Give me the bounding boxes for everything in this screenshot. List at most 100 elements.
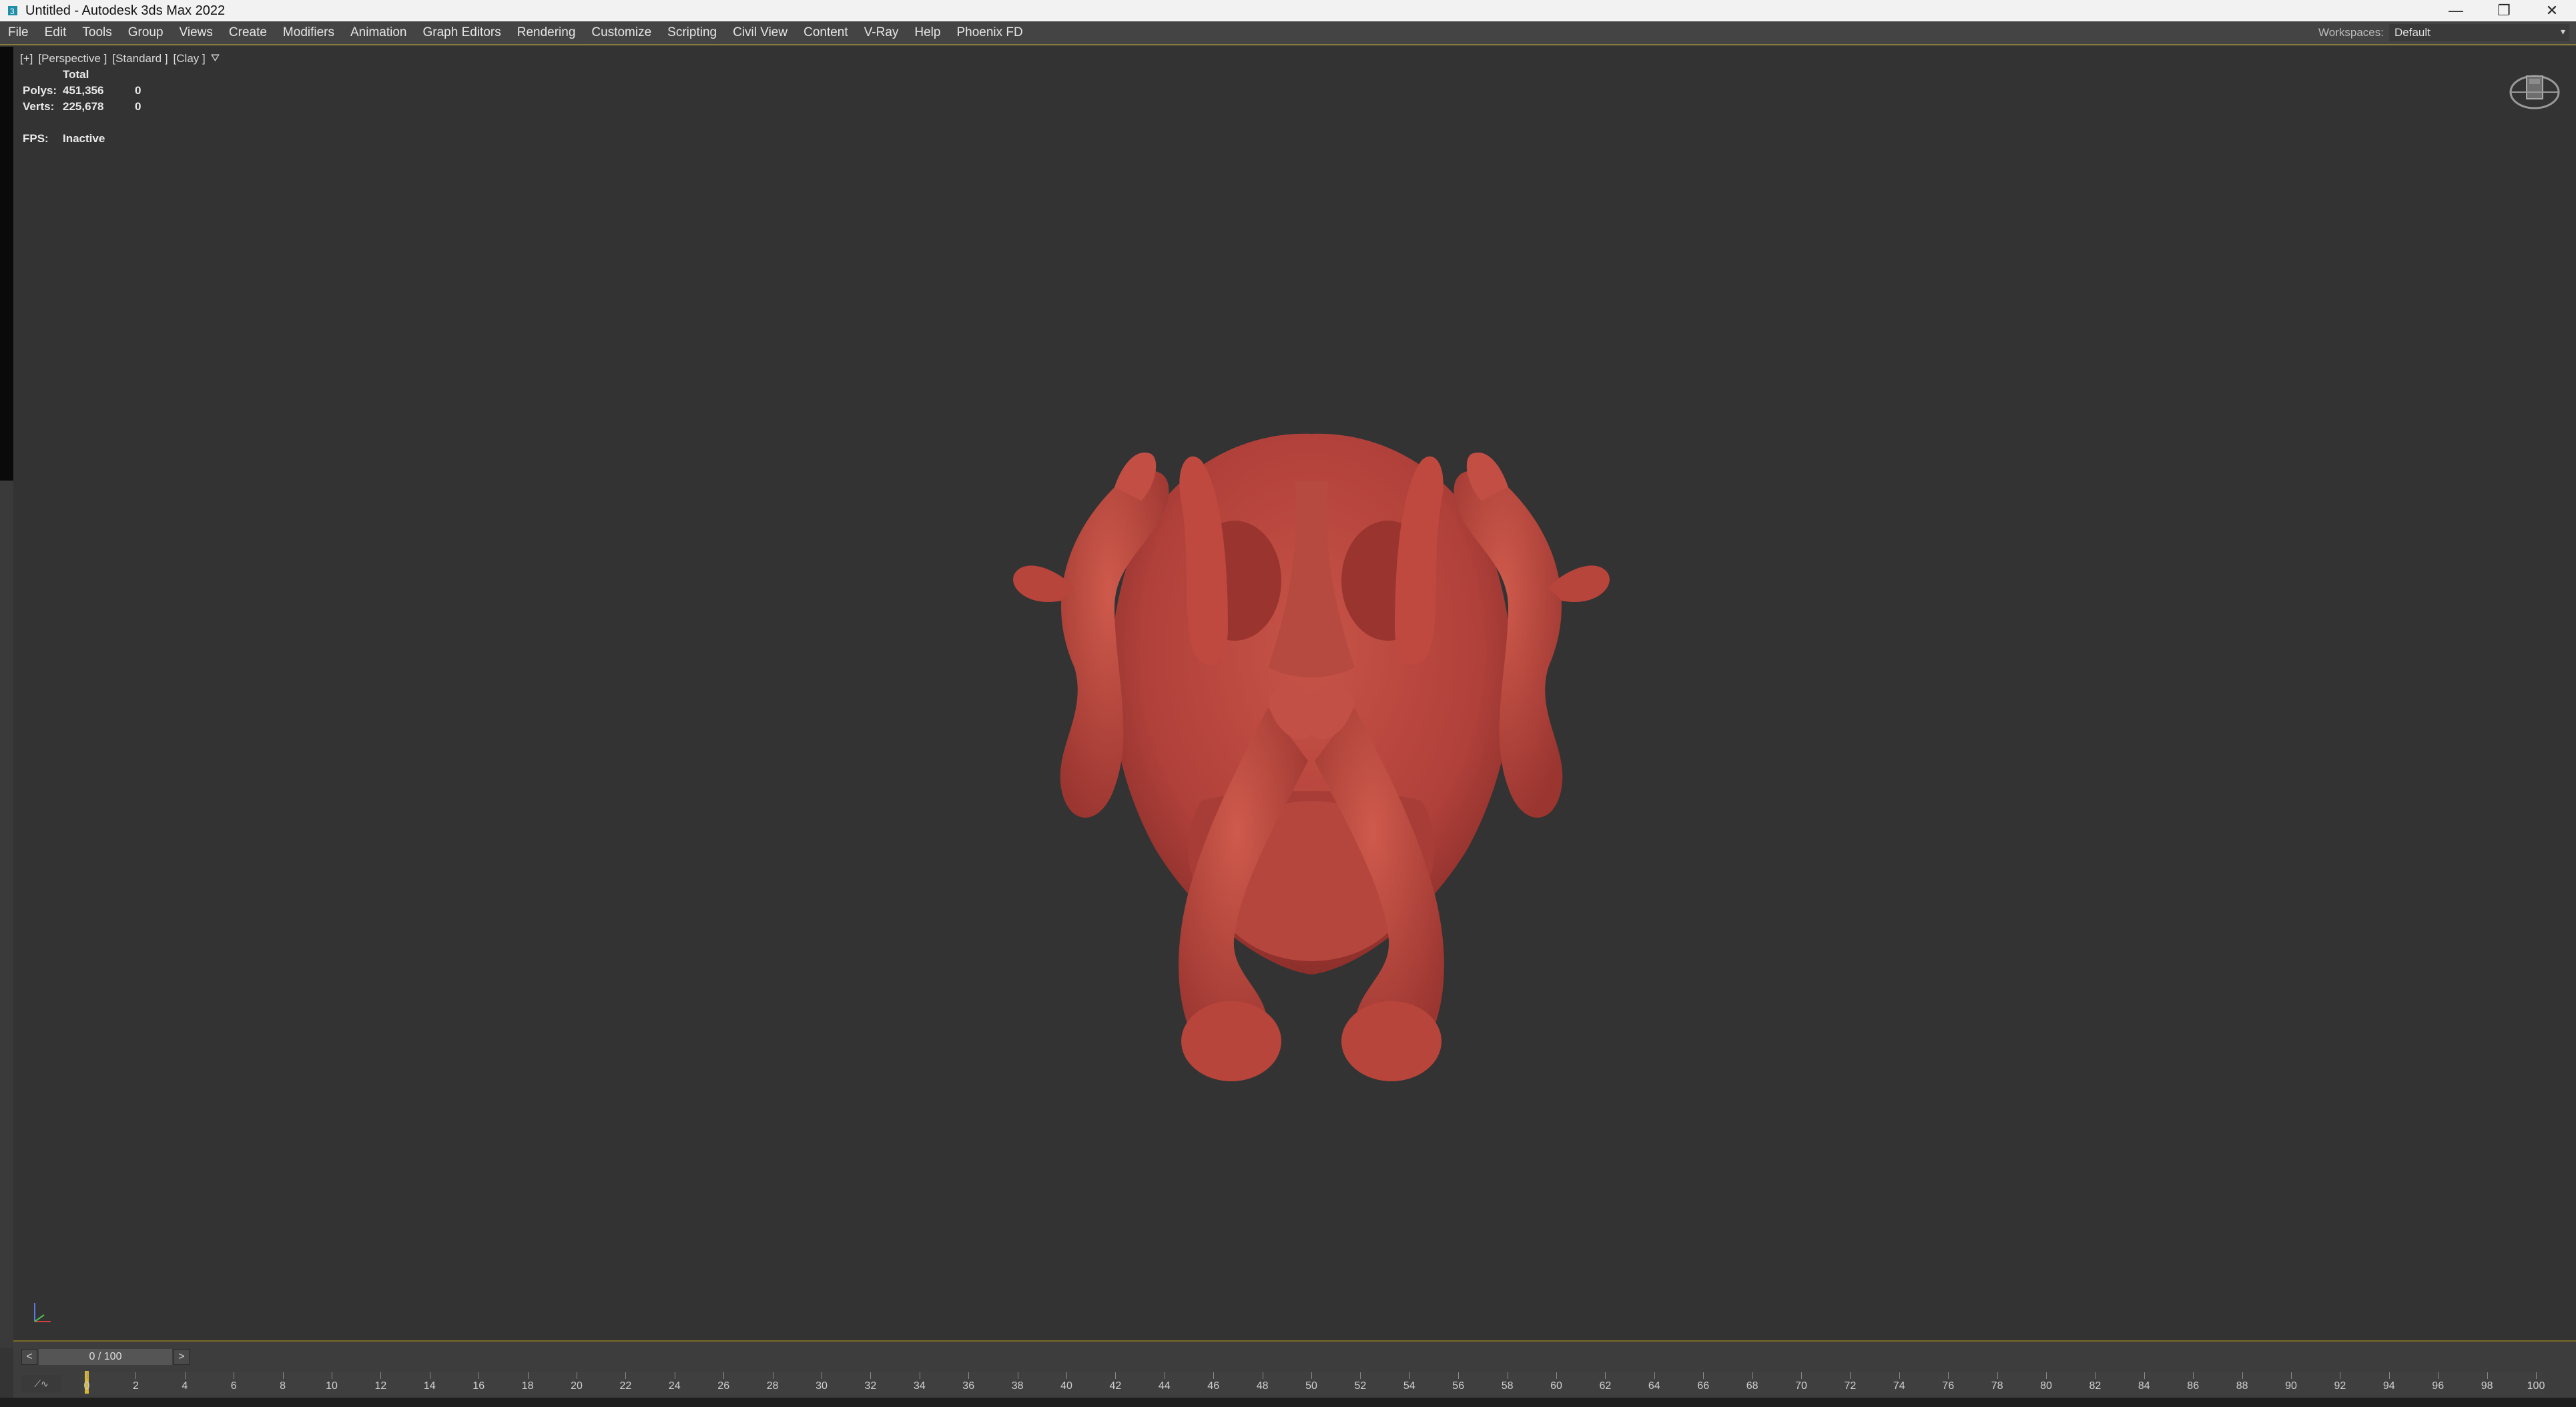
timeline-tick — [1654, 1372, 1655, 1379]
menu-phoenix-fd[interactable]: Phoenix FD — [948, 21, 1030, 45]
timeline-tick-label: 82 — [2089, 1380, 2102, 1392]
window-title: Untitled - Autodesk 3ds Max 2022 — [25, 3, 226, 18]
timeline-tick — [1115, 1372, 1116, 1379]
viewport-model[interactable] — [894, 387, 1728, 1175]
timeline-tick-label: 18 — [521, 1380, 534, 1392]
menu-file[interactable]: File — [0, 21, 37, 45]
restore-button[interactable]: ❐ — [2480, 0, 2528, 21]
timeline-tick-label: 80 — [2040, 1380, 2052, 1392]
timeline-tick-label: 90 — [2285, 1380, 2297, 1392]
viewport-label-menu: [+] [Perspective ] [Standard ] [Clay ] ⛛ — [20, 52, 220, 65]
left-edge — [0, 481, 13, 1348]
timeline-tick-label: 52 — [1354, 1380, 1367, 1392]
timeline-tick — [1899, 1372, 1900, 1379]
viewport-shading-menu[interactable]: [Standard ] — [112, 52, 168, 65]
verts-selected: 0 — [135, 100, 141, 113]
menu-civil-view[interactable]: Civil View — [725, 21, 795, 45]
timeline-tick — [1556, 1372, 1557, 1379]
timeline-tick — [2438, 1372, 2439, 1379]
axis-tripod-icon — [21, 1295, 61, 1335]
filter-icon[interactable]: ⛛ — [211, 53, 220, 65]
menu-tools[interactable]: Tools — [74, 21, 119, 45]
menu-graph-editors[interactable]: Graph Editors — [415, 21, 509, 45]
timeline-tick-label: 0 — [83, 1380, 90, 1392]
timeline-tick-label: 70 — [1795, 1380, 1807, 1392]
timeline-tick — [2487, 1372, 2488, 1379]
menu-content[interactable]: Content — [795, 21, 856, 45]
workspaces-label: Workspaces: — [2318, 26, 2384, 39]
next-frame-button[interactable]: > — [174, 1349, 190, 1365]
timeline-tick-label: 78 — [1991, 1380, 2003, 1392]
menu-customize[interactable]: Customize — [583, 21, 659, 45]
timeline-tick-label: 4 — [182, 1380, 188, 1392]
timeline-tick — [1409, 1372, 1410, 1379]
close-button[interactable]: ✕ — [2528, 0, 2576, 21]
timeline-tick — [135, 1372, 137, 1379]
timeline-tick-label: 60 — [1550, 1380, 1562, 1392]
menu-create[interactable]: Create — [221, 21, 275, 45]
timeline-tick-label: 86 — [2187, 1380, 2200, 1392]
timeline-tick-label: 28 — [766, 1380, 779, 1392]
timeline-tick-label: 64 — [1648, 1380, 1660, 1392]
workspace-dropdown[interactable]: Default ▾ — [2389, 24, 2569, 41]
viewcube-icon[interactable] — [2508, 63, 2561, 116]
menu-edit[interactable]: Edit — [37, 21, 75, 45]
menu-rendering[interactable]: Rendering — [509, 21, 584, 45]
menu-help[interactable]: Help — [906, 21, 948, 45]
track-bar[interactable]: ⟋∿ 0 2 4 6 8 10 12 14 16 18 20 22 24 26 28 30 32 34 36 38 40… — [21, 1371, 2557, 1395]
timeline-tick-label: 58 — [1501, 1380, 1514, 1392]
app-icon[interactable]: 3 — [5, 3, 20, 18]
timeline-tick — [2046, 1372, 2047, 1379]
title-bar: 3 Untitled - Autodesk 3ds Max 2022 — ❐ ✕ — [0, 0, 2576, 21]
taskbar-strip — [0, 1398, 2576, 1407]
timeline-tick-label: 22 — [619, 1380, 632, 1392]
fps-label: FPS: — [23, 132, 49, 145]
timeline-tick-label: 98 — [2481, 1380, 2493, 1392]
timeline-tick-label: 42 — [1109, 1380, 1122, 1392]
timeline-tick — [1948, 1372, 1949, 1379]
open-mini-curve-editor-button[interactable]: ⟋∿ — [21, 1375, 61, 1392]
timeline-tick-label: 56 — [1452, 1380, 1465, 1392]
time-slider[interactable]: < 0 / 100 > — [21, 1348, 190, 1366]
timeline-tick — [1213, 1372, 1215, 1379]
verts-total: 225,678 — [63, 100, 104, 113]
fps-value: Inactive — [63, 132, 105, 145]
viewport-general-menu[interactable]: [+] — [20, 52, 33, 65]
menu-animation[interactable]: Animation — [342, 21, 415, 45]
timeline-tick-label: 24 — [668, 1380, 681, 1392]
timeline-tick — [184, 1372, 186, 1379]
timeline-tick — [478, 1372, 480, 1379]
timeline-tick — [2144, 1372, 2145, 1379]
menu-scripting[interactable]: Scripting — [659, 21, 725, 45]
timeline-tick — [1458, 1372, 1460, 1379]
timeline-tick-label: 8 — [280, 1380, 286, 1392]
minimize-button[interactable]: — — [2432, 0, 2480, 21]
prev-frame-button[interactable]: < — [21, 1349, 37, 1365]
perspective-viewport[interactable]: [+] [Perspective ] [Standard ] [Clay ] ⛛… — [13, 47, 2576, 1340]
viewport-pov-menu[interactable]: [Perspective ] — [38, 52, 107, 65]
timeline-tick-label: 68 — [1746, 1380, 1758, 1392]
timeline-tick-label: 96 — [2432, 1380, 2445, 1392]
frame-display[interactable]: 0 / 100 — [39, 1349, 172, 1365]
timeline-tick-label: 92 — [2334, 1380, 2346, 1392]
menu-modifiers[interactable]: Modifiers — [275, 21, 342, 45]
timeline-tick-label: 48 — [1256, 1380, 1269, 1392]
left-panel-strip — [0, 47, 13, 481]
timeline-tick-label: 100 — [2527, 1380, 2545, 1392]
timeline-tick-label: 40 — [1060, 1380, 1072, 1392]
timeline-tick-label: 34 — [913, 1380, 926, 1392]
track-ruler[interactable]: 0 2 4 6 8 10 12 14 16 18 20 22 24 26 28 30 32 34 36 38 40 42 4… — [80, 1371, 2545, 1395]
timeline-tick — [2242, 1372, 2243, 1379]
timeline-tick-label: 76 — [1942, 1380, 1955, 1392]
timeline-tick — [2193, 1372, 2194, 1379]
timeline-tick — [2388, 1372, 2390, 1379]
timeline-tick — [2095, 1372, 2096, 1379]
viewport-style-menu[interactable]: [Clay ] — [174, 52, 206, 65]
timeline-tick-label: 44 — [1158, 1380, 1171, 1392]
menu-views[interactable]: Views — [172, 21, 221, 45]
timeline-tick — [968, 1372, 970, 1379]
menu-group[interactable]: Group — [120, 21, 172, 45]
timeline-tick-label: 2 — [132, 1380, 139, 1392]
timeline-tick — [870, 1372, 872, 1379]
menu-vray[interactable]: V-Ray — [856, 21, 907, 45]
